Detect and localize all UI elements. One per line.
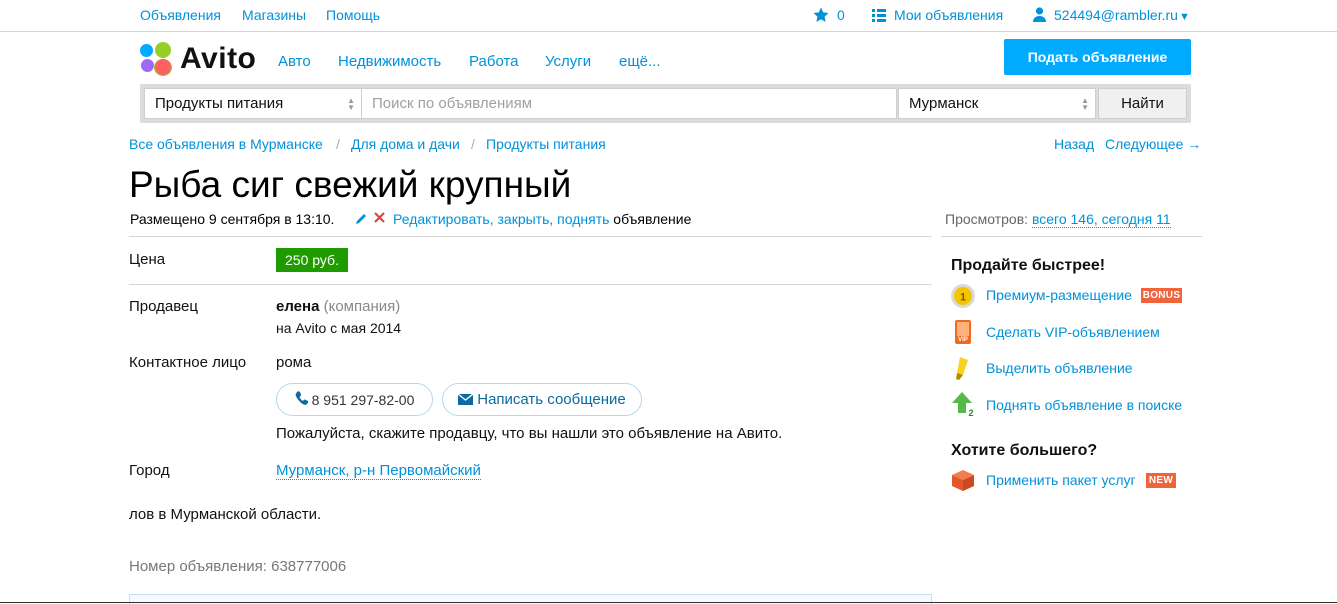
- svg-text:VIP: VIP: [958, 337, 968, 343]
- divider: [129, 236, 932, 237]
- write-message-label: Написать сообщение: [477, 391, 626, 408]
- ad-description: лов в Мурманской области.: [129, 506, 322, 523]
- price-label: Цена: [129, 251, 166, 268]
- star-icon[interactable]: [812, 6, 830, 27]
- divider: [941, 236, 1202, 237]
- seller-notice: Пожалуйста, скажите продавцу, что вы наш…: [276, 425, 783, 442]
- phone-button[interactable]: 8 951 297-82-00: [276, 383, 433, 416]
- category-value: Продукты питания: [155, 95, 284, 112]
- edit-suffix: объявление: [613, 211, 692, 227]
- contact-name: рома: [276, 354, 312, 371]
- premium-placement-link[interactable]: Премиум-размещение: [986, 287, 1132, 303]
- city-link[interactable]: Мурманск, р-н Первомайский: [276, 462, 481, 480]
- select-arrows-icon: ▲ ▼: [347, 96, 355, 112]
- new-badge: NEW: [1146, 473, 1176, 488]
- chevron-down-icon: ▼: [1178, 11, 1190, 23]
- contact-label: Контактное лицо: [129, 354, 247, 371]
- views-link[interactable]: всего 146, сегодня 11: [1031, 211, 1171, 228]
- nav-realty[interactable]: Недвижимость: [338, 53, 441, 70]
- edit-close-raise-link[interactable]: Редактировать, закрыть, поднять: [393, 211, 609, 227]
- price-badge: 250 руб.: [276, 248, 348, 272]
- city-select[interactable]: Мурманск ▲ ▼: [898, 88, 1096, 119]
- svg-text:1: 1: [960, 292, 966, 304]
- logo-text: Avito: [180, 42, 257, 75]
- topbar-shops-link[interactable]: Магазины: [242, 7, 306, 23]
- nav-auto[interactable]: Авто: [278, 53, 311, 70]
- raise-arrow-icon: 2: [950, 391, 976, 418]
- seller-type: (компания): [323, 298, 401, 315]
- pencil-icon: [355, 212, 368, 228]
- breadcrumb-all-ads[interactable]: Все объявления в Мурманске: [129, 136, 323, 152]
- next-link[interactable]: Следующее →: [1105, 136, 1201, 152]
- my-ads-link[interactable]: Мои объявления: [894, 7, 1003, 23]
- post-ad-button[interactable]: Подать объявление: [1004, 39, 1191, 75]
- vip-icon: VIP: [950, 319, 976, 345]
- envelope-icon: [457, 392, 474, 408]
- svg-text:2: 2: [968, 408, 973, 417]
- search-input[interactable]: Поиск по объявлениям: [361, 88, 897, 119]
- highlight-ad-link[interactable]: Выделить объявление: [986, 360, 1133, 376]
- nav-services[interactable]: Услуги: [545, 53, 591, 70]
- nav-jobs[interactable]: Работа: [469, 53, 519, 70]
- avito-logo[interactable]: Avito: [140, 42, 260, 76]
- apply-package-link[interactable]: Применить пакет услуг: [986, 472, 1136, 488]
- logo-dot-purple: [141, 59, 154, 72]
- user-icon: [1033, 7, 1046, 25]
- search-bar: Продукты питания ▲ ▼ Поиск по объявлениям…: [140, 84, 1191, 123]
- posted-date: Размещено 9 сентября в 13:10.: [130, 211, 335, 227]
- favorites-count[interactable]: 0: [837, 7, 845, 23]
- topbar-help-link[interactable]: Помощь: [326, 7, 380, 23]
- sell-faster-heading: Продайте быстрее!: [951, 257, 1106, 274]
- phone-number: 8 951 297-82-00: [311, 391, 415, 408]
- select-arrows-icon: ▲ ▼: [1081, 96, 1089, 112]
- city-label: Город: [129, 462, 170, 479]
- seller-since: на Avito с мая 2014: [276, 320, 402, 336]
- breadcrumb-separator: /: [471, 136, 475, 152]
- logo-dot-blue: [140, 44, 153, 57]
- breadcrumb-food[interactable]: Продукты питания: [486, 136, 606, 152]
- search-placeholder: Поиск по объявлениям: [372, 95, 533, 112]
- breadcrumb-separator: /: [336, 136, 340, 152]
- breadcrumb-home-garden[interactable]: Для дома и дачи: [351, 136, 460, 152]
- highlighter-icon: [950, 355, 976, 381]
- category-select[interactable]: Продукты питания ▲ ▼: [144, 88, 362, 119]
- want-more-heading: Хотите большего?: [951, 442, 1098, 459]
- logo-dot-green: [155, 42, 171, 58]
- seller-name[interactable]: елена: [276, 298, 319, 315]
- logo-dot-red: [155, 59, 171, 75]
- page-title: Рыба сиг свежий крупный: [129, 164, 572, 205]
- bonus-badge: BONUS: [1141, 288, 1182, 303]
- list-icon: [872, 9, 886, 25]
- ad-number: Номер объявления: 638777006: [129, 558, 347, 575]
- make-vip-link[interactable]: Сделать VIP-объявлением: [986, 324, 1160, 340]
- city-value: Мурманск: [909, 95, 979, 112]
- topbar-ads-link[interactable]: Объявления: [140, 7, 221, 23]
- find-button[interactable]: Найти: [1098, 88, 1187, 119]
- back-link[interactable]: Назад: [1054, 136, 1094, 152]
- views-label: Просмотров:: [945, 211, 1029, 227]
- coin-icon: 1: [950, 283, 976, 309]
- divider: [129, 284, 932, 285]
- user-menu[interactable]: 524494@rambler.ru▼: [1054, 7, 1190, 23]
- seller-label: Продавец: [129, 298, 198, 315]
- window-bottom-edge: [0, 602, 1337, 603]
- phone-icon: [295, 390, 308, 409]
- user-email: 524494@rambler.ru: [1054, 7, 1178, 23]
- top-bar: Объявления Магазины Помощь 0 Мои объявле…: [0, 0, 1337, 32]
- ad-manage-text: Редактировать, закрыть, поднять объявлен…: [393, 211, 691, 227]
- close-icon: [373, 211, 386, 227]
- package-icon: [950, 467, 976, 493]
- seller-info: елена (компания): [276, 298, 400, 315]
- raise-ad-link[interactable]: Поднять объявление в поиске: [986, 397, 1182, 413]
- views-info: Просмотров: всего 146, сегодня 11: [945, 211, 1171, 228]
- write-message-button[interactable]: Написать сообщение: [442, 383, 642, 416]
- nav-more[interactable]: ещё...: [619, 53, 661, 70]
